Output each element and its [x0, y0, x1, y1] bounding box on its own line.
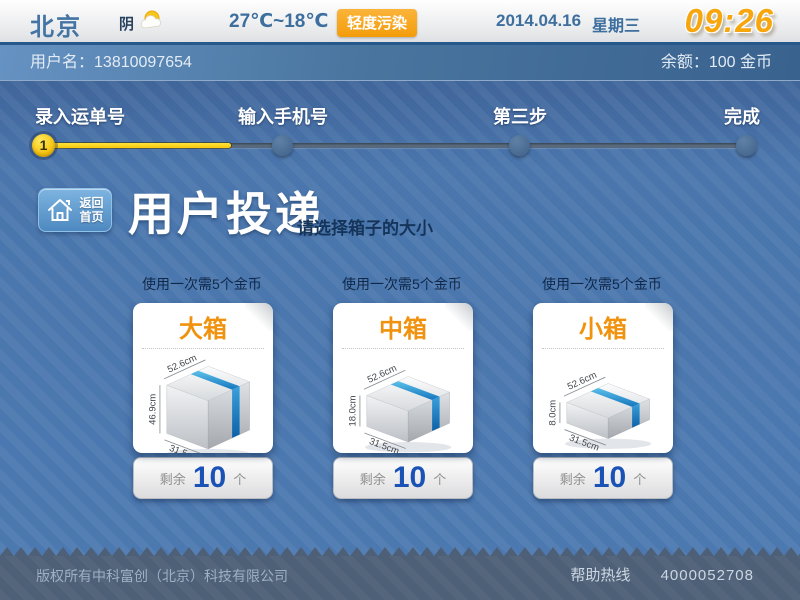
remaining-label: 剩余 [160, 469, 186, 488]
page-subtitle: 请选择箱子的大小 [297, 214, 433, 239]
dim-width: 52.6cm [166, 352, 199, 375]
box-illustration-medium: 52.6cm 18.0cm 31.5cm [333, 349, 473, 453]
copyright-text: 版权所有中科富创（北京）科技有限公司 [36, 556, 288, 596]
box-name-medium: 中箱 [333, 303, 473, 344]
remaining-unit: 个 [233, 469, 246, 488]
step-dot-2 [272, 135, 293, 156]
username-field: 用户名：13810097654 [30, 45, 192, 80]
progress-track-completed [38, 143, 231, 148]
box-illustration-large: 52.6cm 46.9cm 31.5cm [133, 349, 273, 453]
footer-content: 版权所有中科富创（北京）科技有限公司 帮助热线 4000052708 [0, 556, 800, 600]
sun-cloud-icon [139, 8, 165, 34]
box-card-large[interactable]: 大箱 52.6cm 46.9cm 31.5cm [133, 303, 273, 453]
box-illustration-small: 52.6cm 8.0cm 31.5cm [533, 349, 673, 453]
dim-height: 8.0cm [548, 400, 559, 426]
remaining-count-panel-medium: 剩余 10 个 [333, 457, 473, 499]
remaining-number: 10 [393, 463, 426, 493]
cost-note: 使用一次需5个金币 [342, 274, 473, 294]
remaining-number: 10 [593, 463, 626, 493]
box-card-small[interactable]: 小箱 52.6cm 8.0cm 31.5cm [533, 303, 673, 453]
box-card-medium[interactable]: 中箱 52.6cm 18.0cm 31.5cm [333, 303, 473, 453]
dim-height: 18.0cm [348, 395, 359, 426]
back-home-label: 返回 首页 [79, 196, 103, 224]
balance-label: 余额： [661, 54, 709, 71]
dim-depth: 31.5cm [368, 436, 401, 453]
balance-value: 100 金币 [709, 54, 772, 71]
remaining-label: 剩余 [360, 469, 386, 488]
back-home-button[interactable]: 返回 首页 [38, 188, 112, 232]
step-label-2: 输入手机号 [238, 103, 328, 129]
remaining-count-panel-large: 剩余 10 个 [133, 457, 273, 499]
remaining-number: 10 [193, 463, 226, 493]
step-label-1: 录入运单号 [35, 103, 125, 129]
dim-height: 46.9cm [148, 394, 159, 425]
temperature-label: 27℃~18℃ [229, 10, 328, 33]
weather-condition-label: 阴 [119, 13, 134, 34]
dim-depth: 31.5cm [568, 433, 601, 453]
username-label: 用户名： [30, 54, 94, 71]
remaining-unit: 个 [633, 469, 646, 488]
box-option-column-large: 使用一次需5个金币 大箱 52.6cm 46.9cm 31.5cm [133, 274, 273, 499]
footer-bar: 版权所有中科富创（北京）科技有限公司 帮助热线 4000052708 [0, 556, 800, 600]
balance-field: 余额：100 金币 [661, 45, 772, 80]
home-icon [46, 196, 74, 224]
city-label: 北京 [30, 7, 82, 42]
hotline: 帮助热线 4000052708 [570, 556, 754, 596]
remaining-count-panel-small: 剩余 10 个 [533, 457, 673, 499]
remaining-unit: 个 [433, 469, 446, 488]
step-label-3: 第三步 [493, 103, 547, 129]
hotline-number: 4000052708 [661, 567, 754, 584]
clock: 09:26 [685, 2, 774, 40]
box-name-small: 小箱 [533, 303, 673, 344]
user-bar: 用户名：13810097654 余额：100 金币 [0, 45, 800, 81]
step-dot-1-active: 1 [32, 134, 55, 157]
box-option-column-small: 使用一次需5个金币 小箱 52.6cm 8.0cm 31.5cm [533, 274, 673, 499]
date-label: 2014.04.16 [496, 11, 581, 31]
weekday-label: 星期三 [592, 12, 640, 36]
step-dot-3 [509, 135, 530, 156]
box-option-column-medium: 使用一次需5个金币 中箱 52.6cm 18.0cm 31.5cm [333, 274, 473, 499]
box-name-large: 大箱 [133, 303, 273, 344]
cost-note: 使用一次需5个金币 [542, 274, 673, 294]
step-dot-4 [736, 135, 757, 156]
cost-note: 使用一次需5个金币 [142, 274, 273, 294]
top-info-bar: 北京 阴 27℃~18℃ 轻度污染 2014.04.16 星期三 09:26 [0, 0, 800, 45]
hotline-label: 帮助热线 [570, 567, 630, 584]
dim-width: 52.6cm [366, 363, 399, 386]
dim-width: 52.6cm [566, 370, 599, 393]
step-label-4: 完成 [724, 103, 760, 129]
page-title: 用户投递 [128, 178, 324, 244]
air-quality-badge: 轻度污染 [337, 9, 417, 37]
remaining-label: 剩余 [560, 469, 586, 488]
zigzag-edge [0, 547, 800, 556]
username-value: 13810097654 [94, 54, 192, 71]
